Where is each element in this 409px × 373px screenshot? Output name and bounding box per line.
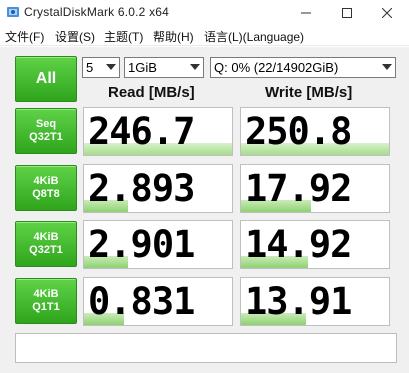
write-column-header: Write [MB/s] bbox=[265, 84, 353, 101]
close-icon bbox=[382, 8, 392, 18]
run-all-button[interactable]: All bbox=[15, 56, 77, 102]
test-name-line1: 4KiB bbox=[33, 175, 59, 187]
write-result-cell: 17.92 bbox=[240, 164, 390, 213]
menu-theme[interactable]: 主题(T) bbox=[104, 28, 143, 45]
comment-field[interactable] bbox=[15, 333, 397, 363]
test-name-line2: Q32T1 bbox=[29, 244, 63, 256]
drive-value: Q: 0% (22/14902GiB) bbox=[214, 60, 339, 75]
write-value: 17.92 bbox=[245, 167, 352, 210]
test-name-line2: Q8T8 bbox=[32, 188, 60, 200]
menu-file[interactable]: 文件(F) bbox=[5, 28, 44, 45]
write-result-cell: 250.8 bbox=[240, 107, 390, 156]
test-name-line1: Seq bbox=[35, 118, 57, 130]
test-name-line1: 4KiB bbox=[33, 288, 59, 300]
title-bar: CrystalDiskMark 6.0.2 x64 bbox=[0, 0, 409, 26]
read-result-cell: 0.831 bbox=[83, 277, 233, 326]
drive-select[interactable]: Q: 0% (22/14902GiB) bbox=[210, 57, 396, 78]
window-title: CrystalDiskMark 6.0.2 x64 bbox=[24, 5, 170, 19]
crystaldiskmark-app-icon bbox=[7, 7, 19, 17]
menu-bar: 文件(F) 设置(S) 主题(T) 帮助(H) 语言(L)(Language) bbox=[0, 26, 409, 46]
write-result-cell: 14.92 bbox=[240, 220, 390, 269]
write-value: 14.92 bbox=[245, 223, 352, 266]
close-button[interactable] bbox=[370, 0, 404, 26]
test-size-value: 1GiB bbox=[128, 60, 157, 75]
menu-settings[interactable]: 设置(S) bbox=[55, 28, 95, 45]
write-value: 13.91 bbox=[245, 280, 352, 323]
read-column-header: Read [MB/s] bbox=[108, 84, 195, 101]
test-size-select[interactable]: 1GiB bbox=[124, 57, 204, 78]
chevron-down-icon bbox=[190, 64, 200, 70]
4kib-q1t1-button[interactable]: 4KiB Q1T1 bbox=[15, 278, 77, 324]
minimize-button[interactable] bbox=[289, 0, 323, 26]
seq-q32t1-button[interactable]: Seq Q32T1 bbox=[15, 108, 77, 154]
read-value: 246.7 bbox=[88, 110, 195, 153]
read-result-cell: 2.901 bbox=[83, 220, 233, 269]
write-result-cell: 13.91 bbox=[240, 277, 390, 326]
read-result-cell: 2.893 bbox=[83, 164, 233, 213]
read-value: 2.893 bbox=[88, 167, 195, 210]
test-name-line2: Q1T1 bbox=[32, 301, 60, 313]
test-name-line2: Q32T1 bbox=[29, 131, 63, 143]
chevron-down-icon bbox=[106, 64, 116, 70]
maximize-button[interactable] bbox=[330, 0, 364, 26]
menu-language[interactable]: 语言(L)(Language) bbox=[204, 28, 304, 45]
maximize-icon bbox=[342, 8, 352, 18]
4kib-q32t1-button[interactable]: 4KiB Q32T1 bbox=[15, 221, 77, 267]
test-name-line1: 4KiB bbox=[33, 231, 59, 243]
menu-help[interactable]: 帮助(H) bbox=[153, 28, 194, 45]
read-value: 0.831 bbox=[88, 280, 195, 323]
test-count-select[interactable]: 5 bbox=[82, 57, 120, 78]
4kib-q8t8-button[interactable]: 4KiB Q8T8 bbox=[15, 165, 77, 211]
test-count-value: 5 bbox=[86, 60, 94, 75]
read-value: 2.901 bbox=[88, 223, 195, 266]
minimize-icon bbox=[301, 12, 311, 14]
chevron-down-icon bbox=[382, 64, 392, 70]
write-value: 250.8 bbox=[245, 110, 352, 153]
read-result-cell: 246.7 bbox=[83, 107, 233, 156]
